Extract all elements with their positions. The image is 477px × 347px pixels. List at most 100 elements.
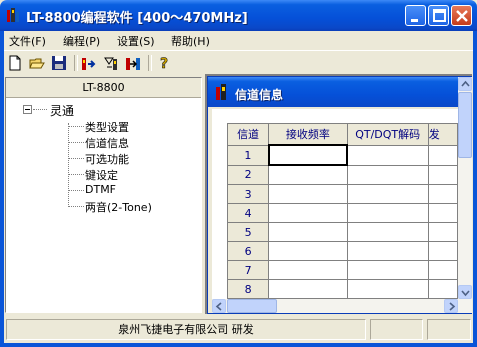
horizontal-scroll-thumb[interactable] — [227, 299, 277, 313]
cell-qt-decode[interactable] — [346, 144, 429, 166]
child-window-title: 信道信息 — [235, 88, 284, 102]
cell-rx-freq[interactable] — [268, 184, 348, 204]
cell-qt-decode[interactable] — [346, 241, 429, 261]
title-bar[interactable]: LT-8800编程软件 [400～470MHz] — [0, 0, 477, 31]
window-frame-right — [473, 31, 477, 347]
tree-item-key-settings[interactable]: 键设定 — [85, 167, 118, 183]
cell-tx[interactable] — [427, 241, 458, 261]
cell-rx-freq[interactable] — [268, 164, 348, 185]
tree-line — [68, 123, 69, 207]
table-row: 6 — [226, 241, 458, 261]
menu-settings[interactable]: 设置(S) — [117, 33, 155, 49]
tree-line — [33, 109, 47, 110]
radio-icon — [215, 84, 229, 100]
table-row: 7 — [226, 260, 458, 280]
column-header-rx-freq[interactable]: 接收频率 — [268, 123, 348, 146]
vertical-scroll-thumb[interactable] — [458, 92, 472, 158]
column-header-tx[interactable]: 发 — [427, 123, 458, 146]
cell-qt-decode[interactable] — [346, 260, 429, 280]
tree-item-dtmf[interactable]: DTMF — [85, 183, 116, 196]
menu-program[interactable]: 编程(P) — [63, 33, 100, 49]
cell-rx-freq[interactable] — [268, 222, 348, 242]
window-frame-left — [0, 31, 4, 347]
save-disk-icon[interactable] — [50, 54, 68, 72]
minimize-button[interactable] — [405, 5, 426, 26]
cell-qt-decode[interactable] — [346, 279, 429, 299]
tree-item-two-tone[interactable]: 两音(2-Tone) — [85, 199, 152, 215]
table-row: 4 — [226, 203, 458, 223]
row-number: 1 — [226, 144, 270, 166]
child-title-bar[interactable]: 信道信息 — [208, 77, 471, 107]
cell-qt-decode[interactable] — [346, 164, 429, 185]
channel-grid: 信道 接收频率 QT/DQT解码 发 1 2 3 4 5 6 7 8 — [226, 123, 458, 299]
tree-item-type-settings[interactable]: 类型设置 — [85, 119, 129, 135]
app-icon — [5, 7, 21, 23]
close-button[interactable] — [451, 5, 472, 26]
status-company: 泉州飞捷电子有限公司 研发 — [6, 319, 366, 340]
cell-tx[interactable] — [427, 164, 458, 185]
read-radio-icon[interactable] — [80, 54, 98, 72]
cell-tx[interactable] — [427, 144, 458, 166]
row-number: 7 — [226, 260, 270, 280]
row-number: 4 — [226, 203, 270, 223]
window-title: LT-8800编程软件 [400～470MHz] — [26, 11, 248, 26]
toolbar-separator — [148, 55, 152, 71]
cell-tx[interactable] — [427, 222, 458, 242]
status-bar: 泉州飞捷电子有限公司 研发 — [4, 316, 473, 343]
menu-help[interactable]: 帮助(H) — [171, 33, 210, 49]
grid-header-row: 信道 接收频率 QT/DQT解码 发 — [226, 123, 458, 146]
channel-grid-area: 信道 接收频率 QT/DQT解码 发 1 2 3 4 5 6 7 8 — [212, 109, 458, 299]
help-icon[interactable]: ? — [156, 54, 174, 72]
table-row: 2 — [226, 164, 458, 185]
table-row: 8 — [226, 279, 458, 299]
new-file-icon[interactable] — [6, 54, 24, 72]
cell-tx[interactable] — [427, 203, 458, 223]
cell-rx-freq[interactable] — [268, 279, 348, 299]
tree-line — [68, 142, 84, 144]
table-row: 1 — [226, 144, 458, 166]
scroll-left-icon[interactable] — [212, 299, 226, 313]
vertical-scrollbar[interactable] — [458, 77, 472, 313]
open-folder-icon[interactable] — [28, 54, 46, 72]
clone-radio-icon[interactable] — [124, 54, 142, 72]
tree-line — [68, 158, 84, 160]
cell-qt-decode[interactable] — [346, 203, 429, 223]
column-header-channel[interactable]: 信道 — [226, 123, 270, 146]
tree-line — [68, 174, 84, 176]
tree-line — [68, 190, 84, 192]
horizontal-scrollbar[interactable] — [212, 299, 458, 313]
window-frame-bottom — [0, 343, 477, 347]
cell-tx[interactable] — [427, 184, 458, 204]
cell-rx-freq[interactable] — [268, 241, 348, 261]
cell-rx-freq[interactable] — [268, 260, 348, 280]
tree-item-channel-info[interactable]: 信道信息 — [85, 135, 129, 151]
cell-qt-decode[interactable] — [346, 222, 429, 242]
cell-rx-freq[interactable] — [268, 203, 348, 223]
svg-text:?: ? — [160, 56, 168, 71]
status-pane — [370, 319, 423, 340]
write-radio-icon[interactable] — [102, 54, 120, 72]
menu-file[interactable]: 文件(F) — [9, 33, 46, 49]
cell-qt-decode[interactable] — [346, 184, 429, 204]
scroll-up-icon[interactable] — [458, 77, 472, 91]
scroll-down-icon[interactable] — [458, 285, 472, 299]
scroll-right-icon[interactable] — [444, 299, 458, 313]
row-number: 3 — [226, 184, 270, 204]
row-number: 8 — [226, 279, 270, 299]
tree-item-optional-features[interactable]: 可选功能 — [85, 151, 129, 167]
tree-line — [68, 126, 84, 128]
row-number: 5 — [226, 222, 270, 242]
cell-tx[interactable] — [427, 279, 458, 299]
row-number: 2 — [226, 164, 270, 185]
table-row: 3 — [226, 184, 458, 204]
cell-rx-freq[interactable] — [267, 144, 349, 166]
collapse-toggle-icon[interactable] — [23, 105, 32, 114]
tree-header: LT-8800 — [6, 78, 201, 98]
maximize-button[interactable] — [428, 5, 449, 26]
channel-info-window: 信道信息 信道 接收频率 QT/DQT解码 发 1 2 3 4 5 6 7 8 — [207, 76, 472, 314]
cell-tx[interactable] — [427, 260, 458, 280]
toolbar-separator — [74, 55, 78, 71]
column-header-qt-decode[interactable]: QT/DQT解码 — [346, 123, 429, 146]
tree-root[interactable]: 灵通 — [50, 102, 74, 119]
row-number: 6 — [226, 241, 270, 261]
